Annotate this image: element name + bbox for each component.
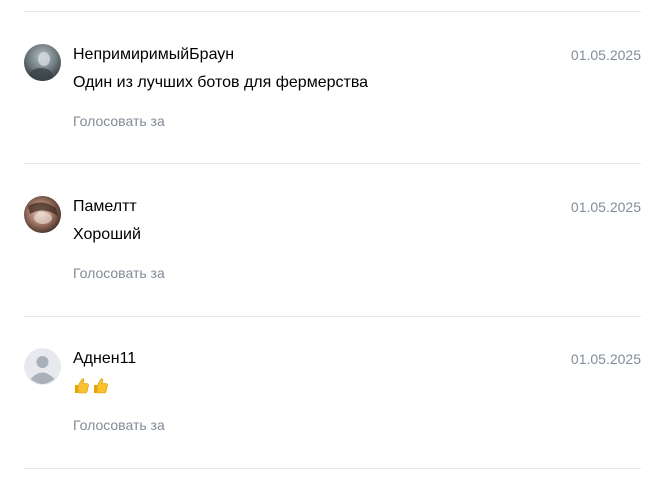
avatar[interactable] bbox=[24, 196, 61, 233]
vote-for-button[interactable]: Голосовать за bbox=[73, 416, 165, 434]
divider-top bbox=[24, 11, 641, 12]
avatar[interactable] bbox=[24, 348, 61, 385]
review-item: Памелтт 01.05.2025 Хороший Голосовать за bbox=[24, 196, 641, 348]
review-text bbox=[73, 377, 109, 397]
default-user-icon bbox=[24, 348, 61, 385]
review-text: Один из лучших ботов для фермерства bbox=[73, 74, 369, 91]
emoji-group bbox=[73, 377, 109, 394]
vote-for-button[interactable]: Голосовать за bbox=[73, 112, 165, 130]
thumbs-up-icon bbox=[75, 378, 89, 394]
divider bbox=[24, 316, 641, 317]
review-text: Хороший bbox=[73, 226, 141, 243]
review-date: 01.05.2025 bbox=[570, 199, 641, 215]
divider bbox=[24, 163, 641, 164]
review-item: Аднен11 01.05.2025 Голосовать за bbox=[24, 348, 641, 500]
thumbs-up-icon bbox=[94, 378, 108, 394]
divider bbox=[24, 468, 641, 469]
avatar[interactable] bbox=[24, 44, 61, 81]
review-date: 01.05.2025 bbox=[570, 47, 641, 63]
review-item: НепримиримыйБраун 01.05.2025 Один из луч… bbox=[24, 44, 641, 196]
vote-for-button[interactable]: Голосовать за bbox=[73, 264, 165, 282]
user-photo-icon bbox=[24, 44, 61, 81]
review-author[interactable]: Памелтт bbox=[73, 197, 137, 217]
review-author[interactable]: НепримиримыйБраун bbox=[73, 45, 234, 65]
user-photo-icon bbox=[24, 196, 61, 233]
review-author[interactable]: Аднен11 bbox=[73, 349, 136, 369]
review-date: 01.05.2025 bbox=[570, 351, 641, 367]
